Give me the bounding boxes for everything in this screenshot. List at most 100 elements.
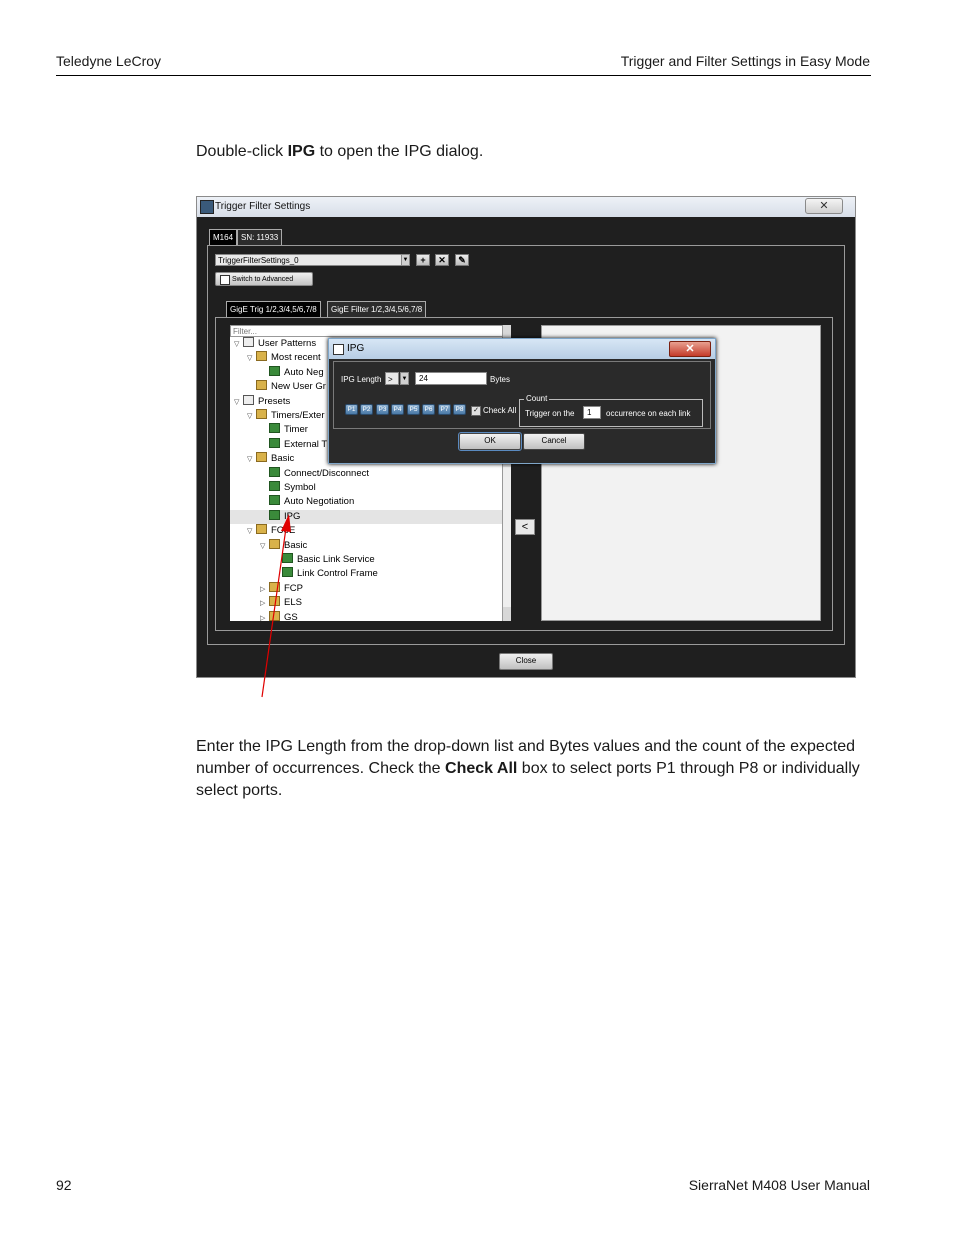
operator-select[interactable]: > [385,372,399,385]
instruction-paragraph: Enter the IPG Length from the drop-down … [196,738,860,799]
expand-toggle-icon[interactable]: ▽ [234,338,243,352]
tree-item-label: New User Gr [271,381,326,393]
tree-item[interactable]: Auto Neg [230,365,324,380]
expand-toggle-icon[interactable]: ▷ [260,597,269,611]
chevron-down-icon[interactable]: ▼ [400,372,409,385]
expand-toggle-icon[interactable]: ▷ [260,612,269,621]
tree-item[interactable]: External T [230,437,327,452]
tree-item[interactable]: Link Control Frame [230,567,378,581]
intro-paragraph: Double-click IPG to open the IPG dialog. [196,143,484,160]
folder-icon [256,409,267,419]
tree-item[interactable]: Connect/Disconnect [230,466,370,481]
ok-button[interactable]: OK [458,432,522,451]
bytes-label: Bytes [490,375,511,384]
header-section-title: Trigger and Filter Settings in Easy Mode [620,53,870,69]
folder-icon [256,524,267,535]
ipg-dialog-titlebar: IPG ✕ [329,339,715,359]
check-all-label: Check All [483,406,517,415]
ipg-dialog: IPG ✕ IPG Length > ▼ 24 Bytes P1 P2 P3 P… [328,338,716,464]
ipg-length-input[interactable]: 24 [415,372,487,385]
check-all-checkbox[interactable]: ✓ [471,406,481,416]
expand-toggle-icon[interactable]: ▽ [247,352,256,366]
tab-gige-trig[interactable]: GigE Trig 1/2,3/4,5/6,7/8 [226,301,321,318]
delete-button[interactable]: ✕ [435,254,449,266]
page-number: 92 [56,1177,72,1193]
expand-toggle-icon[interactable]: ▷ [260,583,269,597]
tree-item[interactable]: ▽ Basic [230,452,294,466]
expand-toggle-icon[interactable]: ▽ [247,410,256,424]
pattern-icon [269,509,280,520]
edit-button[interactable]: ✎ [455,254,469,266]
cancel-button[interactable]: Cancel [523,433,585,450]
port-p1[interactable]: P1 [345,404,358,415]
header-rule [56,75,871,76]
dialog-close-button[interactable]: ✕ [669,341,711,357]
pattern-icon [269,495,280,506]
trigger-on-label: Trigger on the [525,409,575,418]
tree-item[interactable]: ▷ GS [230,610,298,621]
list-icon [243,337,254,347]
header-company: Teledyne LeCroy [56,53,162,69]
port-p4[interactable]: P4 [391,404,404,415]
folder-icon [269,596,280,607]
pattern-icon [269,365,280,376]
port-p5[interactable]: P5 [407,404,420,415]
port-p6[interactable]: P6 [422,404,435,415]
count-group-label: Count [524,394,550,403]
move-left-button[interactable]: < [515,519,535,535]
tree-item-label: ELS [284,597,302,609]
tree-item-label: Timers/Exter [271,410,325,421]
manual-title: SierraNet M408 User Manual [688,1177,870,1193]
chevron-down-icon[interactable]: ▼ [401,254,410,266]
tree-item-label: Auto Negotiation [284,496,355,508]
ipg-dialog-title: IPG [347,343,365,354]
port-p3[interactable]: P3 [376,404,389,415]
tree-item[interactable]: ▽ Most recent [230,351,321,365]
close-button[interactable]: Close [499,653,553,670]
tree-item[interactable]: ▽ User Patterns [230,337,316,351]
tab-gige-filter[interactable]: GigE Filter 1/2,3/4,5/6,7/8 [327,301,427,318]
switch-to-advanced-button[interactable]: Switch to Advanced [215,272,313,286]
folder-icon [269,610,280,621]
add-button[interactable]: + [416,254,430,266]
window-title: Trigger Filter Settings [215,201,311,212]
expand-toggle-icon[interactable]: ▽ [260,540,269,554]
tree-item[interactable]: Symbol [230,481,316,495]
port-p2[interactable]: P2 [360,404,373,415]
tree-item[interactable]: Auto Negotiation [230,495,354,509]
dialog-icon [333,344,344,355]
window-close-button[interactable]: ✕ [805,198,843,214]
scrollbar-thumb[interactable] [503,467,511,607]
expand-toggle-icon[interactable]: ▽ [247,525,256,539]
window-titlebar: Trigger Filter Settings ✕ [197,197,855,217]
folder-icon [269,581,280,592]
tree-item[interactable]: ▽ Basic [230,538,308,554]
expand-toggle-icon[interactable]: ▽ [247,453,256,467]
tree-item-label: Connect/Disconnect [284,467,370,479]
settings-combo[interactable]: TriggerFilterSettings_0 [215,254,410,266]
pattern-icon [269,437,280,448]
tab-serial[interactable]: SN: 11933 [237,229,283,246]
filter-input[interactable]: Filter... [230,325,510,337]
pattern-icon [282,553,293,563]
tree-item[interactable]: Timer [230,423,308,437]
switch-to-advanced-label: Switch to Advanced [232,276,294,283]
occurrence-label: occurrence on each link [606,409,691,418]
tree-item[interactable]: New User Gr [230,380,326,394]
tree-item-label: Auto Neg [284,366,324,378]
tree-item[interactable]: ▽ Timers/Exter [230,409,324,423]
tree-item[interactable]: Basic Link Service [230,553,375,567]
tree-item[interactable]: ▷ FCP [230,581,303,597]
port-p8[interactable]: P8 [453,404,466,415]
tree-item-label: Basic [284,539,308,551]
tree-item[interactable]: ▷ ELS [230,596,302,610]
tab-device[interactable]: M164 [209,229,238,246]
tree-item[interactable]: IPG [230,509,502,524]
folder-icon [269,538,280,549]
port-p7[interactable]: P7 [438,404,451,415]
count-input[interactable]: 1 [583,406,601,419]
tree-item[interactable]: ▽ FCoE [230,524,295,538]
tree-item[interactable]: ▽ Presets [230,394,290,410]
folder-icon [256,380,267,391]
expand-toggle-icon[interactable]: ▽ [234,396,243,410]
